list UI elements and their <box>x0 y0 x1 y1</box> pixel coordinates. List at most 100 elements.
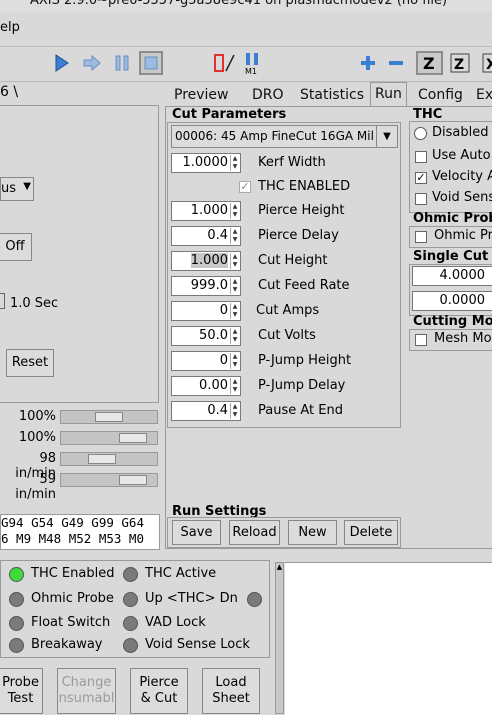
void-sense-checkbox[interactable] <box>415 193 427 205</box>
thc-disabled-radio[interactable] <box>414 127 427 140</box>
view-z-icon[interactable]: Z <box>416 51 443 75</box>
tab-run[interactable]: Run <box>370 82 407 108</box>
thc-active-led <box>123 567 138 582</box>
p-jump-delay-input[interactable]: 0.00 ▲ ▼ <box>171 376 241 396</box>
stop-icon[interactable] <box>139 51 163 75</box>
spin-arrows-icon[interactable]: ▲ ▼ <box>230 378 239 394</box>
optional-stop-icon[interactable]: M1 <box>242 51 266 75</box>
reset-button[interactable]: Reset <box>6 349 54 377</box>
breakaway-led <box>9 638 24 653</box>
jog-speed-thumb[interactable] <box>88 454 116 464</box>
velocity-checkbox[interactable]: ✓ <box>415 172 427 184</box>
pierce-height-label: Pierce Height <box>258 203 345 218</box>
ohmic-probe-title: Ohmic Probe <box>413 211 492 226</box>
pierce-cut-button[interactable]: Pierce & Cut <box>130 668 188 714</box>
rapid-override-slider[interactable] <box>60 431 158 445</box>
pierce-delay-label: Pierce Delay <box>258 228 339 243</box>
mesh-mode-checkbox[interactable] <box>415 334 427 346</box>
mode-dropdown[interactable]: us ▼ <box>0 177 34 201</box>
ohmic-probe-checkbox[interactable] <box>415 231 427 243</box>
off-button[interactable]: Off <box>0 233 32 261</box>
kerf-width-input[interactable]: 1.0000 ▲ ▼ <box>171 153 241 173</box>
p-jump-height-input[interactable]: 0 ▲ ▼ <box>171 351 241 371</box>
spin-arrows-icon[interactable]: ▲ ▼ <box>230 403 239 419</box>
delay-value: 1.0 Sec <box>10 296 59 311</box>
jog-speed-slider[interactable] <box>60 452 158 466</box>
reload-button[interactable]: Reload <box>229 520 280 545</box>
zoom-in-icon[interactable] <box>356 51 380 75</box>
window-title: AXIS 2.9.0~pre0-5557-g5a58e9c41 on plasm… <box>30 0 448 8</box>
spin-arrows-icon[interactable]: ▲ ▼ <box>230 253 239 269</box>
probe-test-button[interactable]: Probe Test <box>0 668 43 714</box>
spin-arrows-icon[interactable]: ▲ ▼ <box>230 228 239 244</box>
rapid-override-thumb[interactable] <box>119 433 147 443</box>
delay-spin[interactable] <box>0 293 5 309</box>
p-jump-delay-label: P-Jump Delay <box>258 378 346 393</box>
cut-height-label: Cut Height <box>258 253 328 268</box>
spin-arrows-icon[interactable]: ▲ ▼ <box>230 353 239 369</box>
pause-at-end-input[interactable]: 0.4 ▲ ▼ <box>171 401 241 421</box>
feed-override-thumb[interactable] <box>95 412 123 422</box>
void-sense-label: Void Sens <box>432 190 492 205</box>
spin-arrows-icon[interactable]: ▲ ▼ <box>230 303 239 319</box>
spin-arrows-icon[interactable]: ▲ ▼ <box>230 328 239 344</box>
vertical-scrollbar[interactable]: ▲ <box>275 562 284 714</box>
zoom-out-icon[interactable] <box>384 51 408 75</box>
tab-preview[interactable]: Preview <box>170 84 233 106</box>
tab-statistics[interactable]: Statistics <box>296 84 368 106</box>
thc-enabled-label: THC ENABLED <box>258 179 351 194</box>
cut-volts-input[interactable]: 50.0 ▲ ▼ <box>171 326 241 346</box>
pause-icon[interactable] <box>110 51 134 75</box>
step-icon[interactable] <box>80 51 104 75</box>
tab-dro[interactable]: DRO <box>248 84 288 106</box>
max-velocity-thumb[interactable] <box>119 475 147 485</box>
ohmic-probe-status: Ohmic Probe <box>31 591 114 606</box>
cut-volts-label: Cut Volts <box>258 328 316 343</box>
tab-config[interactable]: Config <box>414 84 467 106</box>
cut-feed-rate-input[interactable]: 999.0 ▲ ▼ <box>171 276 241 296</box>
cut-height-input[interactable]: 1.000 ▲ ▼ <box>171 251 241 271</box>
change-consumable-button[interactable]: Change nsumabl <box>57 668 116 714</box>
view-z2-icon[interactable]: Z <box>448 51 472 75</box>
pierce-height-input[interactable]: 1.000 ▲ ▼ <box>171 201 241 221</box>
svg-text:M1: M1 <box>245 67 257 75</box>
new-button[interactable]: New <box>288 520 337 545</box>
thc-enabled-checkbox[interactable]: ✓ <box>239 181 251 193</box>
thc-disabled-label: Disabled <box>432 125 489 140</box>
cutting-mode-title: Cutting Mod <box>413 314 492 329</box>
rapid-override-value: 100% <box>18 430 56 445</box>
breakaway-status: Breakaway <box>31 637 103 652</box>
delete-button[interactable]: Delete <box>344 520 398 545</box>
load-sheet-button[interactable]: Load Sheet <box>202 668 260 714</box>
use-auto-checkbox[interactable] <box>415 151 427 163</box>
vad-lock-led <box>123 616 138 631</box>
menu-bar: elp <box>0 12 492 47</box>
kerf-width-label: Kerf Width <box>258 155 326 170</box>
left-tab-partial[interactable]: 6 \ <box>0 84 18 100</box>
cut-amps-input[interactable]: 0 ▲ ▼ <box>171 301 241 321</box>
tab-extra[interactable]: Ex <box>472 84 492 106</box>
single-cut-y-input[interactable]: 0.0000 <box>412 291 492 311</box>
spin-arrows-icon[interactable]: ▲ ▼ <box>230 203 239 219</box>
cut-feed-rate-label: Cut Feed Rate <box>258 278 350 293</box>
menu-help[interactable]: elp <box>0 20 20 35</box>
pierce-delay-input[interactable]: 0.4 ▲ ▼ <box>171 226 241 246</box>
thc-active-status: THC Active <box>145 566 217 581</box>
float-switch-led <box>9 616 24 631</box>
max-velocity-slider[interactable] <box>60 473 158 487</box>
material-dropdown[interactable]: 00006: 45 Amp FineCut 16GA Mil ▼ <box>171 125 398 148</box>
feed-override-slider[interactable] <box>60 410 158 424</box>
spin-arrows-icon[interactable]: ▲ ▼ <box>230 278 239 294</box>
thc-enabled-led <box>9 567 24 582</box>
run-icon[interactable] <box>50 51 74 75</box>
save-button[interactable]: Save <box>172 520 221 545</box>
thc-up-led <box>123 592 138 607</box>
output-text-area[interactable] <box>285 562 492 715</box>
view-x-icon[interactable]: X <box>478 51 492 75</box>
vad-lock-status: VAD Lock <box>145 615 206 630</box>
toolbar: M1 Z Z X <box>0 47 492 82</box>
block-delete-icon[interactable] <box>212 51 236 75</box>
single-cut-x-input[interactable]: 4.0000 <box>412 266 492 286</box>
spin-arrows-icon[interactable]: ▲ ▼ <box>230 155 239 171</box>
scroll-up-icon[interactable]: ▲ <box>276 563 283 572</box>
